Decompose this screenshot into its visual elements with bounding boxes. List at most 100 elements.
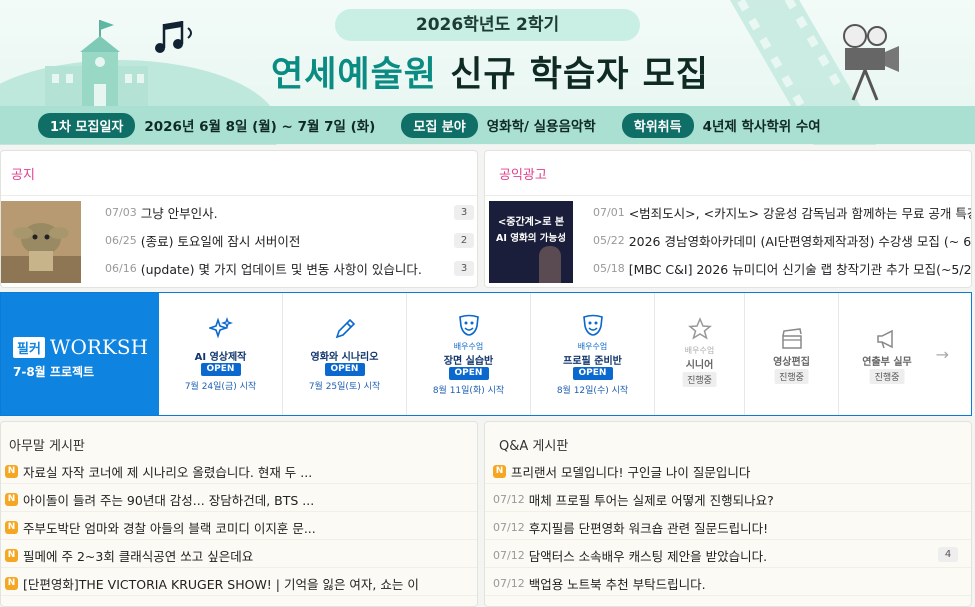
headline-highlight: 연세예술원 [271,55,438,95]
post-title: 주부도박단 엄마와 경찰 아들의 블랙 코미디 이지훈 문... [23,521,316,536]
open-badge: OPEN [200,363,241,376]
workshop-header[interactable]: 필커 WORKSH 7-8월 프로젝트 [1,293,159,415]
movie-camera-icon [843,24,899,101]
workshop-category: 배우수업 [453,342,484,351]
notice-text: (종료) 토요일에 잠시 서버이전 [140,234,301,249]
post-title: 후지필름 단편영화 워크숍 관련 질문드립니다! [528,521,769,536]
workshop-category: 배우수업 [577,342,608,351]
music-note-icon [155,21,192,53]
post-date: 07/12 [493,493,525,506]
post-title: 프리랜서 모델입니다! 구인글 나이 질문입니다 [511,465,751,480]
free-board-panel: 아무말 게시판 N 자료실 자작 코너에 제 시나리오 올렸습니다. 현재 두 … [0,421,478,607]
post-title: [단편영화]THE VICTORIA KRUGER SHOW! | 기억을 잃은… [23,577,419,592]
panel-divider [485,195,971,196]
new-badge: N [5,493,18,506]
notice-date: 06/16 [105,262,137,275]
ads-title[interactable]: 공익광고 [499,164,547,183]
info-label-degree: 학위취득 [621,112,694,138]
post-title: 필메에 주 2~3회 클래식공연 쏘고 싶은데요 [23,549,254,564]
post-title: 아이돌이 들려 주는 90년대 감성... 장담하건데, BTS ... [23,493,315,508]
ad-thumb-person [539,246,561,283]
start-date: 7월 25일(토) 시작 [308,382,381,392]
info-value-period: 2026년 6월 8일 (월) ~ 7월 7일 (화) [144,119,376,135]
notice-date: 06/25 [105,234,137,247]
status-badge: 진행중 [774,369,809,384]
notice-item[interactable]: 06/16 (update) 몇 가지 업데이트 및 변동 사항이 있습니다. [105,259,422,278]
notice-text: (update) 몇 가지 업데이트 및 변동 사항이 있습니다. [140,262,422,277]
new-badge: N [493,465,506,478]
workshop-subtitle: 7-8월 프로젝트 [13,365,95,379]
free-board-row[interactable]: N 아이돌이 들려 주는 90년대 감성... 장담하건데, BTS ... [1,488,477,512]
free-board-row[interactable]: N [단편영화]THE VICTORIA KRUGER SHOW! | 기억을 … [1,572,477,596]
free-board-row[interactable]: N 자료실 자작 코너에 제 시나리오 올렸습니다. 현재 두 ... [1,460,477,484]
free-board-title[interactable]: 아무말 게시판 [9,435,85,454]
qa-board-title[interactable]: Q&A 게시판 [499,435,568,454]
start-date: 8월 12일(수) 시작 [556,386,629,396]
workshop-item-directing[interactable]: 연출부 실무 진행중 [839,293,935,415]
workshop-name: 연출부 실무 [862,357,912,368]
workshop-item-scenario[interactable]: 영화와 시나리오 OPEN 7월 25일(토) 시작 [283,293,407,415]
ad-date: 05/18 [593,262,625,275]
notice-item[interactable]: 07/03 그냥 안부인사. [105,203,218,222]
notice-thumbnail[interactable] [1,201,81,283]
qa-board-row[interactable]: 07/12 담액터스 소속배우 캐스팅 제안을 받았습니다. [485,544,971,568]
workshop-item-scene[interactable]: 배우수업 장면 실습반 OPEN 8월 11일(화) 시작 [407,293,531,415]
ad-item[interactable]: 05/18 [MBC C&I] 2026 뉴미디어 신기술 랩 창작기관 추가 … [593,259,972,278]
workshop-item-ai[interactable]: AI 영상제작 OPEN 7월 24일(금) 시작 [159,293,283,415]
workshop-title: WORKSH [49,335,149,359]
new-badge: N [5,549,18,562]
workshop-name: AI 영상제작 [194,352,247,363]
theater-mask-icon [581,313,605,337]
workshop-item-senior[interactable]: 배우수업 시니어 진행중 [655,293,745,415]
ad-thumbnail[interactable]: <중간계>로 본 AI 영화의 가능성 [489,201,573,283]
qa-board-row[interactable]: N 프리랜서 모델입니다! 구인글 나이 질문입니다 [485,460,971,484]
free-board-row[interactable]: N 필메에 주 2~3회 클래식공연 쏘고 싶은데요 [1,544,477,568]
workshop-name: 영화와 시나리오 [310,352,379,363]
post-title: 백업용 노트북 추천 부탁드립니다. [528,577,706,592]
school-building-icon [45,20,148,107]
notice-panel: 공지 07/03 그냥 안부인사. 3 06/25 (종료) 토요일에 잠시 서… [0,150,478,288]
free-board-row[interactable]: N 주부도박단 엄마와 경찰 아들의 블랙 코미디 이지훈 문... [1,516,477,540]
notice-title[interactable]: 공지 [11,164,35,183]
info-label-field: 모집 분야 [401,112,478,138]
pen-icon [333,317,357,341]
open-badge: OPEN [448,367,489,380]
recruitment-banner[interactable]: 2026학년도 2학기 연세예술원 신규 학습자 모집 1차 모집일자 2026… [0,0,975,145]
start-date: 8월 11일(화) 시작 [432,386,505,396]
open-badge: OPEN [572,367,613,380]
theater-mask-icon [457,313,481,337]
workshop-carousel: 필커 WORKSH 7-8월 프로젝트 AI 영상제작 OPEN 7월 24일(… [0,292,972,416]
status-badge: 진행중 [869,369,905,384]
post-date: 07/12 [493,577,525,590]
workshop-name: 프로필 준비반 [563,356,622,367]
new-badge: N [5,521,18,534]
workshop-category: 배우수업 [684,346,715,355]
post-date: 07/12 [493,521,525,534]
megaphone-icon [875,327,899,351]
new-badge: N [5,577,18,590]
semester-label: 2026학년도 2학기 [335,9,640,41]
qa-board-row[interactable]: 07/12 매체 프로필 투어는 실제로 어떻게 진행되나요? [485,488,971,512]
qa-board-row[interactable]: 07/12 백업용 노트북 추천 부탁드립니다. [485,572,971,596]
ad-thumb-line: AI 영화의 가능성 [496,233,566,244]
workshop-item-editing[interactable]: 영상편집 진행중 [745,293,839,415]
post-title: 자료실 자작 코너에 제 시나리오 올렸습니다. 현재 두 ... [23,465,313,480]
notice-item[interactable]: 06/25 (종료) 토요일에 잠시 서버이전 [105,231,300,250]
recruit-info-bar: 1차 모집일자 2026년 6월 8일 (월) ~ 7월 7일 (화) 모집 분… [0,106,975,144]
workshop-item-profile[interactable]: 배우수업 프로필 준비반 OPEN 8월 12일(수) 시작 [531,293,655,415]
carousel-next-arrow-icon[interactable]: → [936,345,949,364]
qa-board-panel: Q&A 게시판 N 프리랜서 모델입니다! 구인글 나이 질문입니다 07/12… [484,421,972,607]
post-title: 담액터스 소속배우 캐스팅 제안을 받았습니다. [528,549,768,564]
open-badge: OPEN [324,363,365,376]
info-value-field: 영화학/ 실용음악학 [486,119,596,135]
comment-count-badge: 4 [938,547,958,562]
qa-board-row[interactable]: 07/12 후지필름 단편영화 워크숍 관련 질문드립니다! [485,516,971,540]
ad-thumb-line: <중간계>로 본 [497,217,565,228]
ad-text: [MBC C&I] 2026 뉴미디어 신기술 랩 창작기관 추가 모집(~5/… [628,262,972,277]
new-badge: N [5,465,18,478]
panel-divider [1,195,477,196]
star-icon [687,317,712,341]
ad-item[interactable]: 05/22 2026 경남영화아카데미 (AI단편영화제작과정) 수강생 모집 … [593,231,971,250]
workshop-name: 시니어 [685,360,714,371]
ad-item[interactable]: 07/01 <범죄도시>, <카지노> 강윤성 감독님과 함께하는 무료 공개 … [593,203,971,222]
